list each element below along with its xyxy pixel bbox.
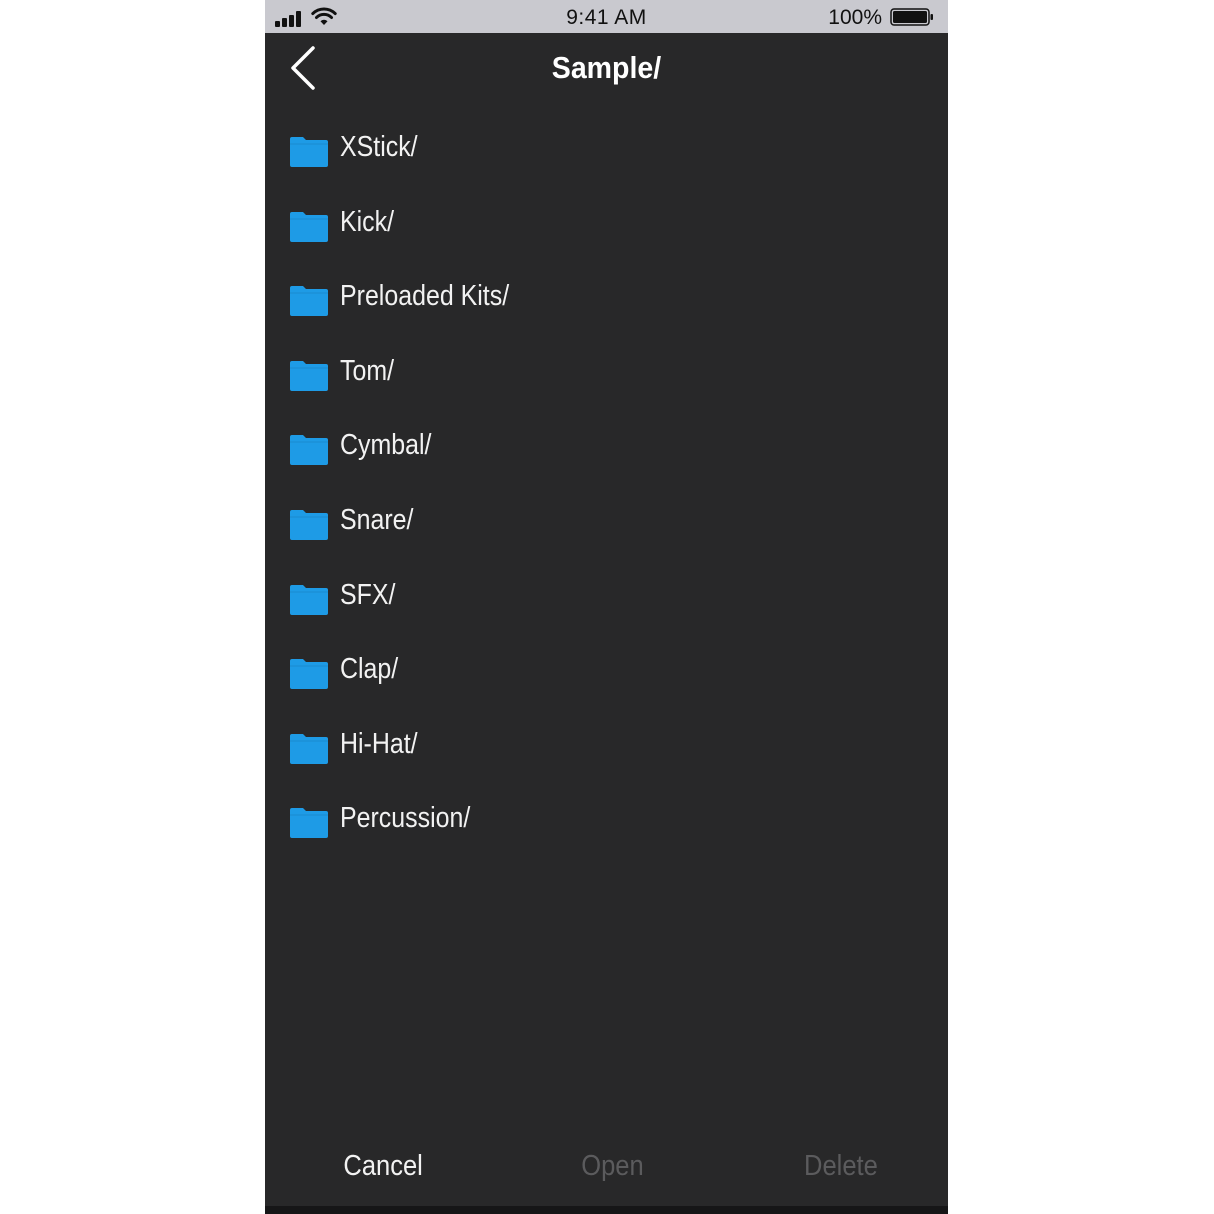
folder-row[interactable]: Tom/ bbox=[265, 337, 948, 412]
folder-name: Snare/ bbox=[340, 503, 414, 536]
navigation-bar: Sample/ bbox=[265, 33, 948, 105]
folder-name: Clap/ bbox=[340, 653, 399, 686]
folder-icon bbox=[290, 808, 328, 839]
folder-icon bbox=[290, 733, 328, 764]
folder-row[interactable]: SFX/ bbox=[265, 561, 948, 636]
folder-icon bbox=[290, 137, 328, 167]
folder-icon bbox=[290, 659, 328, 690]
folder-name: Preloaded Kits/ bbox=[340, 280, 510, 313]
folder-row[interactable]: Snare/ bbox=[265, 486, 948, 561]
folder-name: Cymbal/ bbox=[340, 429, 432, 462]
folder-icon bbox=[290, 435, 328, 466]
action-bar: Cancel Open Delete bbox=[265, 1140, 948, 1202]
folder-row[interactable]: Preloaded Kits/ bbox=[265, 262, 948, 337]
bottom-edge bbox=[265, 1206, 948, 1214]
folder-list: XStick/Kick/Preloaded Kits/Tom/Cymbal/Sn… bbox=[265, 113, 948, 859]
folder-name: SFX/ bbox=[340, 578, 396, 611]
folder-icon bbox=[290, 211, 328, 242]
status-bar: 9:41 AM 100% bbox=[265, 0, 948, 33]
folder-row[interactable]: Percussion/ bbox=[265, 784, 948, 859]
page-title: Sample/ bbox=[551, 50, 662, 85]
folder-row[interactable]: XStick/ bbox=[265, 113, 948, 188]
folder-name: Percussion/ bbox=[340, 802, 471, 835]
battery-percentage: 100% bbox=[828, 6, 882, 29]
folder-row[interactable]: Hi-Hat/ bbox=[265, 710, 948, 785]
cancel-button[interactable]: Cancel bbox=[343, 1150, 422, 1183]
folder-row[interactable]: Kick/ bbox=[265, 188, 948, 263]
open-button[interactable]: Open bbox=[581, 1150, 643, 1183]
folder-name: Tom/ bbox=[340, 354, 395, 387]
folder-icon bbox=[290, 286, 328, 317]
folder-row[interactable]: Clap/ bbox=[265, 635, 948, 710]
battery-icon bbox=[890, 8, 933, 26]
phone-screen: 9:41 AM 100% Sample/ XStick/Kick/Preload… bbox=[265, 0, 948, 1214]
folder-name: Kick/ bbox=[340, 205, 395, 238]
folder-icon bbox=[290, 360, 328, 391]
delete-button[interactable]: Delete bbox=[804, 1150, 878, 1183]
folder-row[interactable]: Cymbal/ bbox=[265, 411, 948, 486]
folder-name: XStick/ bbox=[340, 131, 418, 163]
folder-icon bbox=[290, 509, 328, 540]
folder-icon bbox=[290, 584, 328, 615]
folder-name: Hi-Hat/ bbox=[340, 727, 418, 760]
